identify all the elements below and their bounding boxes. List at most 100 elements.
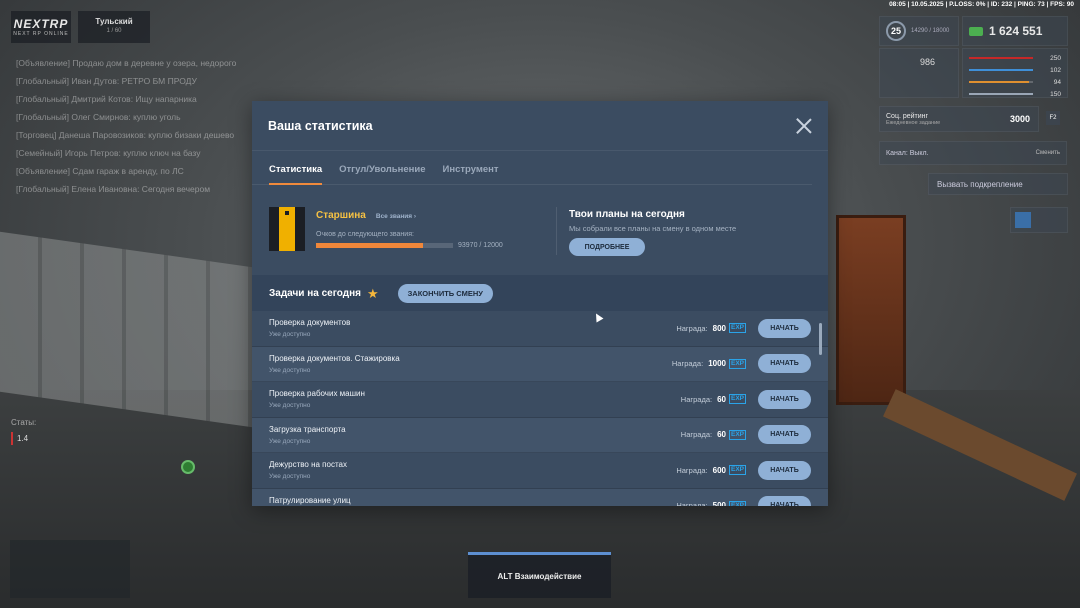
rank-dot: [285, 211, 289, 215]
task-list-scrollbar[interactable]: [819, 323, 822, 355]
start-task-button[interactable]: НАЧАТЬ: [758, 425, 811, 445]
task-text: Патрулирование улицУже доступно: [269, 496, 676, 506]
profile-section: Старшина Все звания › Очков до следующег…: [252, 185, 828, 275]
close-icon[interactable]: [796, 118, 812, 134]
tab-statistics[interactable]: Статистика: [269, 164, 323, 185]
rating-title: Соц. рейтинг: [886, 112, 929, 120]
muscle-bar: [969, 81, 1033, 83]
location-marker-icon: [181, 460, 195, 474]
health-value: 250: [1050, 54, 1061, 62]
server-name: Тульский: [95, 17, 133, 26]
modal-title: Ваша статистика: [268, 118, 373, 133]
health-bar: [969, 57, 1033, 59]
radio-channel-panel[interactable]: Канал: Выкл. Сменить: [879, 141, 1067, 165]
exp-icon: EXP: [728, 500, 746, 506]
star-icon: ★: [366, 285, 379, 301]
reward-value: 600: [712, 465, 726, 475]
level-badge: 25: [886, 21, 906, 41]
quick-inventory[interactable]: [10, 540, 130, 598]
start-task-button[interactable]: НАЧАТЬ: [758, 354, 811, 374]
map-icon: [1015, 212, 1031, 228]
vitals-panel: 250 102 94 150: [962, 48, 1068, 98]
task-list: Проверка документов Уже доступно Награда: 8…: [252, 311, 828, 506]
start-task-button[interactable]: НАЧАТЬ: [758, 389, 811, 409]
rating-hotkey: F2: [1046, 111, 1060, 125]
muscle-value: 94: [1053, 78, 1061, 86]
armor-bar: [969, 93, 1033, 95]
task-name: Дежурство на постах: [269, 460, 347, 470]
ammo-count: 986: [920, 57, 936, 67]
start-task-button[interactable]: НАЧАТЬ: [758, 318, 811, 338]
exp-icon: EXP: [728, 429, 746, 440]
task-row: Проверка рабочих машин Уже доступно Наград…: [252, 382, 828, 418]
channel-change[interactable]: Сменить: [1036, 150, 1060, 156]
logo-sub-text: NEXT RP ONLINE: [13, 31, 69, 37]
armor-value: 150: [1050, 90, 1061, 98]
rank-progress-fill: [316, 243, 424, 248]
task-status: Уже доступно: [269, 366, 311, 374]
server-info: Тульский 1 / 60: [78, 11, 150, 43]
task-name: Проверка документов: [269, 318, 351, 328]
task-text: Проверка рабочих машин Уже доступно: [269, 389, 681, 409]
all-ranks-link[interactable]: Все звания ›: [376, 213, 416, 220]
task-text: Загрузка транспорта Уже доступно: [269, 425, 681, 445]
task-text: Проверка документов. Стажировка Уже досту…: [269, 354, 672, 374]
muscle-bar-fill: [969, 81, 1030, 83]
stat-row-armor: 150: [963, 88, 1067, 100]
stat-row-health: 250: [963, 52, 1067, 64]
reward-value: 60: [717, 430, 726, 440]
task-name: Проверка документов. Стажировка: [269, 353, 400, 363]
minimap-panel[interactable]: [1010, 207, 1068, 233]
scene-door: [836, 215, 906, 405]
rating-panel[interactable]: Соц. рейтинг Ежедневное задание 3000: [879, 106, 1039, 132]
tasks-title: Задачи на сегодня: [269, 287, 361, 299]
plans-details-button[interactable]: ПОДРОБНЕЕ: [569, 238, 645, 256]
stat-value: 1.4: [11, 432, 32, 445]
plans-title: Твои планы на сегодня: [569, 209, 685, 220]
status-bar: 08:05 | 10.05.2025 | P.LOSS: 0% | ID: 23…: [889, 1, 1074, 8]
task-row: Проверка документов. Стажировка Уже досту…: [252, 346, 828, 382]
start-task-button[interactable]: НАЧАТЬ: [758, 496, 811, 506]
food-bar: [969, 69, 1033, 71]
money-value: 1 624 551: [989, 24, 1043, 38]
food-bar-fill: [969, 69, 1033, 71]
call-backup-button[interactable]: Вызвать подкрепление: [928, 173, 1068, 195]
rank-progress: 93970 / 12000: [316, 242, 516, 249]
rating-text: Соц. рейтинг Ежедневное задание: [886, 113, 940, 126]
task-row: Загрузка транспорта Уже доступно Награда: 6…: [252, 417, 828, 453]
stat-row-muscle: 94: [963, 76, 1067, 88]
reward-label: Награда:: [676, 465, 708, 475]
chat-line: [Объявление] Продаю дом в деревне у озер…: [16, 58, 237, 68]
reward-label: Награда:: [676, 501, 708, 506]
tab-leave[interactable]: Отгул/Увольнение: [339, 164, 425, 184]
rating-value: 3000: [1009, 114, 1030, 124]
finish-shift-button[interactable]: ЗАКОНЧИТЬ СМЕНУ: [397, 283, 493, 303]
reward-label: Награда:: [676, 323, 708, 333]
rank-progress-track: [316, 243, 453, 248]
task-status: Уже доступно: [269, 402, 311, 410]
rank-progress-text: 93970 / 12000: [458, 242, 503, 249]
statistics-modal: Ваша статистика Статистика Отгул/Увольне…: [252, 101, 828, 506]
next-rank-label: Очков до следующего звания:: [316, 231, 414, 238]
tasks-header: Задачи на сегодня ★ ЗАКОНЧИТЬ СМЕНУ: [252, 275, 828, 311]
task-row: Патрулирование улицУже доступноНаграда: 5…: [252, 488, 828, 506]
task-status: Уже доступно: [269, 331, 311, 339]
reward-label: Награда:: [680, 394, 713, 404]
modal-header: Ваша статистика: [252, 101, 828, 151]
reward-label: Награда:: [680, 430, 713, 440]
game-logo: NEXTRP NEXT RP ONLINE: [11, 11, 71, 43]
task-row: Дежурство на постах Уже доступно Награда: 6…: [252, 453, 828, 489]
exp-icon: EXP: [728, 323, 746, 334]
task-status: Уже доступно: [269, 437, 311, 445]
money-panel: 1 624 551: [962, 16, 1068, 46]
start-task-button[interactable]: НАЧАТЬ: [758, 460, 811, 480]
reward-value: 800: [712, 323, 726, 333]
task-status: Уже доступно: [269, 473, 311, 481]
server-online: 1 / 60: [106, 28, 122, 34]
money-icon: [969, 26, 983, 36]
plans-section: Твои планы на сегодня Мы собрали все пла…: [556, 207, 736, 256]
rank-name-row: Старшина Все звания ›: [316, 210, 516, 221]
tab-tools[interactable]: Инструмент: [443, 164, 499, 184]
task-name: Проверка рабочих машин: [269, 389, 365, 399]
reward-label: Награда:: [671, 359, 704, 369]
